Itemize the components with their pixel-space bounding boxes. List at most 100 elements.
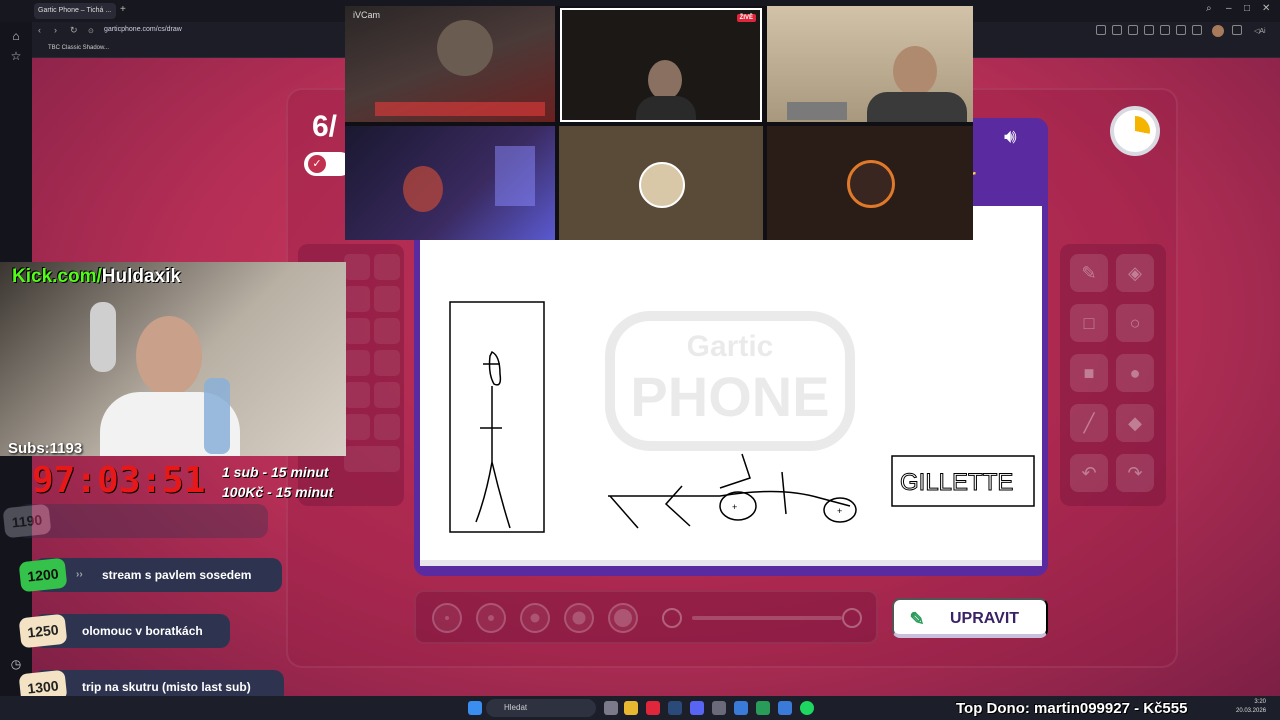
home-icon[interactable]: ⌂ bbox=[8, 28, 24, 44]
drawing-canvas[interactable]: Gartic PHONE + + GILLETTE bbox=[420, 206, 1042, 566]
color-swatch[interactable] bbox=[374, 350, 400, 376]
ellipse-fill-icon[interactable]: ● bbox=[1116, 354, 1154, 392]
clock-time: 3:20 bbox=[1254, 699, 1267, 705]
close-icon[interactable]: ✕ bbox=[1262, 3, 1270, 14]
extension-icon[interactable] bbox=[1192, 25, 1202, 35]
color-swatch[interactable] bbox=[374, 286, 400, 312]
color-swatch[interactable] bbox=[344, 318, 370, 344]
obs-icon[interactable] bbox=[712, 701, 726, 715]
maximize-icon[interactable]: □ bbox=[1244, 3, 1250, 14]
kick-channel: Kick.com/Huldaxik bbox=[12, 266, 181, 288]
screen: O ⌂ ☆ ◷ Gartic Phone – Tichá ... + ⌕ – □… bbox=[0, 0, 1280, 720]
new-tab-icon[interactable]: + bbox=[120, 4, 126, 15]
watermark-top: Gartic bbox=[687, 330, 774, 363]
minimize-icon[interactable]: – bbox=[1226, 3, 1232, 14]
color-swatch[interactable] bbox=[374, 318, 400, 344]
color-swatch[interactable] bbox=[344, 446, 400, 472]
drawing-tools: ✎ ◈ □ ○ ■ ● ╱ ◆ ↶ ↷ bbox=[1060, 244, 1166, 506]
round-counter: 6/ bbox=[312, 110, 338, 143]
steam-icon[interactable] bbox=[668, 701, 682, 715]
goal-number: 1190 bbox=[2, 503, 52, 539]
task-view-icon[interactable] bbox=[604, 701, 618, 715]
forward-icon[interactable]: › bbox=[54, 25, 57, 35]
redo-icon[interactable]: ↷ bbox=[1116, 454, 1154, 492]
tab-gartic[interactable]: Gartic Phone – Tichá ... bbox=[34, 3, 116, 19]
extension-icon[interactable] bbox=[1112, 25, 1122, 35]
brush-size-3[interactable] bbox=[520, 603, 550, 633]
settings-icon[interactable] bbox=[1232, 25, 1242, 35]
opacity-slider[interactable] bbox=[692, 616, 842, 620]
brush-size-1[interactable] bbox=[432, 603, 462, 633]
profile-avatar[interactable] bbox=[1212, 25, 1224, 37]
undo-icon[interactable]: ↶ bbox=[1070, 454, 1108, 492]
site-info-icon[interactable]: ⊙ bbox=[88, 27, 94, 35]
person-body bbox=[636, 96, 696, 120]
color-swatch[interactable] bbox=[344, 254, 370, 280]
speaker-icon[interactable]: 🔊︎ bbox=[1004, 126, 1017, 149]
brush-size-2[interactable] bbox=[476, 603, 506, 633]
person-head bbox=[648, 60, 682, 100]
eraser-icon[interactable]: ◈ bbox=[1116, 254, 1154, 292]
canvas-frame: Gartic PHONE + + GILLETTE bbox=[414, 204, 1048, 576]
color-swatch[interactable] bbox=[374, 254, 400, 280]
history-icon[interactable]: ◷ bbox=[8, 656, 24, 672]
discord-icon[interactable] bbox=[690, 701, 704, 715]
watermark-bottom: PHONE bbox=[630, 365, 829, 428]
edit-button-label: UPRAVIT bbox=[950, 610, 1020, 627]
app-icon[interactable] bbox=[756, 701, 770, 715]
brush-size-4[interactable] bbox=[564, 603, 594, 633]
cam-feed-1: iVCam bbox=[345, 6, 555, 122]
timer-progress bbox=[1120, 116, 1150, 146]
person-body bbox=[867, 92, 967, 122]
extension-icon[interactable] bbox=[1144, 25, 1154, 35]
explorer-icon[interactable] bbox=[624, 701, 638, 715]
brush-size-5[interactable] bbox=[608, 603, 638, 633]
extension-icon[interactable] bbox=[1096, 25, 1106, 35]
top-donor: Top Dono: martin099927 - Kč555 bbox=[956, 700, 1188, 717]
search-icon[interactable]: ⌕ bbox=[1206, 3, 1212, 14]
pencil-icon[interactable]: ✎ bbox=[1070, 254, 1108, 292]
webcam-grid: iVCam ŽIVĚ bbox=[345, 6, 973, 240]
rgb-light bbox=[375, 102, 545, 116]
reload-icon[interactable]: ↻ bbox=[70, 25, 78, 36]
ai-icon[interactable]: ◁Ai bbox=[1254, 27, 1266, 35]
streamer-head bbox=[136, 316, 202, 396]
color-swatch[interactable] bbox=[374, 382, 400, 408]
taskbar-clock[interactable]: 3:20 20.03.2026 bbox=[1236, 698, 1266, 716]
pencil-icon: ✎ bbox=[909, 609, 925, 629]
bucket-icon[interactable]: ◆ bbox=[1116, 404, 1154, 442]
color-swatch[interactable] bbox=[344, 382, 370, 408]
spotify-icon[interactable] bbox=[800, 701, 814, 715]
color-swatch[interactable] bbox=[374, 414, 400, 440]
extension-icon[interactable] bbox=[1176, 25, 1186, 35]
start-icon[interactable] bbox=[468, 701, 482, 715]
edit-button[interactable]: ✎ UPRAVIT bbox=[892, 598, 1048, 638]
stick-figure-drawing bbox=[449, 301, 545, 533]
taskbar-search[interactable]: Hledat bbox=[486, 699, 596, 717]
desk-items bbox=[787, 102, 847, 120]
app-icon[interactable] bbox=[778, 701, 792, 715]
color-swatch[interactable] bbox=[344, 286, 370, 312]
chevron-icon: ›› bbox=[76, 569, 83, 580]
extension-icon[interactable] bbox=[1128, 25, 1138, 35]
drawing-svg: Gartic PHONE + + GILLETTE bbox=[449, 301, 1035, 533]
opacity-slider-knob[interactable] bbox=[842, 608, 862, 628]
opacity-min-knob[interactable] bbox=[662, 608, 682, 628]
url-field[interactable]: garticphone.com/cs/draw bbox=[104, 26, 182, 33]
color-swatch[interactable] bbox=[344, 350, 370, 376]
check-icon: ✓ bbox=[308, 155, 326, 173]
extension-icon[interactable] bbox=[1160, 25, 1170, 35]
color-swatch[interactable] bbox=[344, 414, 370, 440]
star-icon[interactable]: ☆ bbox=[8, 48, 24, 64]
app-icon[interactable] bbox=[734, 701, 748, 715]
opera-icon[interactable] bbox=[646, 701, 660, 715]
rectangle-outline-icon[interactable]: □ bbox=[1070, 304, 1108, 342]
sub-count: Subs:1193 bbox=[8, 440, 83, 457]
ellipse-outline-icon[interactable]: ○ bbox=[1116, 304, 1154, 342]
back-icon[interactable]: ‹ bbox=[38, 25, 41, 35]
person-head bbox=[437, 20, 493, 76]
svg-text:+: + bbox=[732, 502, 737, 512]
line-icon[interactable]: ╱ bbox=[1070, 404, 1108, 442]
bookmark-item[interactable]: TBC Classic Shadow... bbox=[48, 45, 109, 51]
rectangle-fill-icon[interactable]: ■ bbox=[1070, 354, 1108, 392]
